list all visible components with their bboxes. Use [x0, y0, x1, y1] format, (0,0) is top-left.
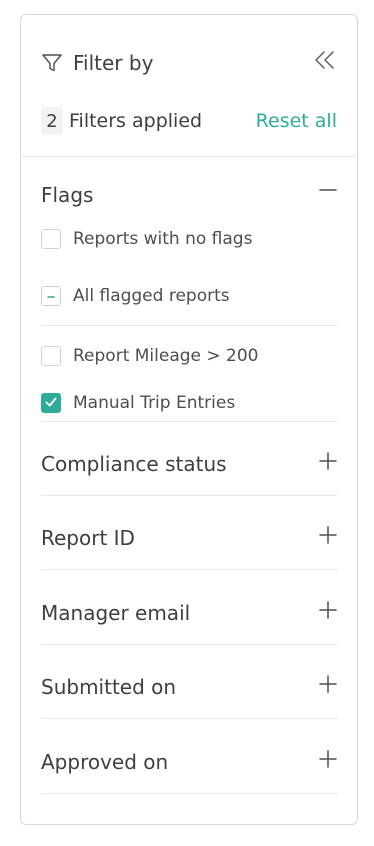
- flags-inner-divider: [41, 325, 337, 326]
- section-approved-on[interactable]: Approved on: [41, 720, 337, 794]
- flag-option-manual-trip[interactable]: Manual Trip Entries: [41, 391, 337, 415]
- plus-icon[interactable]: [319, 601, 337, 619]
- plus-icon[interactable]: [319, 750, 337, 768]
- checkbox-indeterminate[interactable]: [41, 286, 61, 306]
- checkbox-checked[interactable]: [41, 393, 61, 413]
- flag-option-label: Report Mileage > 200: [73, 346, 259, 366]
- flag-option-mileage[interactable]: Report Mileage > 200: [41, 344, 337, 368]
- flags-section-title: Flags: [41, 183, 94, 207]
- double-chevron-left-icon: [313, 48, 337, 76]
- filters-count-badge: 2: [41, 107, 63, 135]
- checkmark-icon: [44, 394, 58, 413]
- indeterminate-dash-icon: [46, 287, 56, 306]
- flag-option-all-flagged[interactable]: All flagged reports: [41, 284, 337, 308]
- section-label: Manager email: [41, 601, 191, 625]
- section-label: Approved on: [41, 750, 169, 774]
- section-submitted-on[interactable]: Submitted on: [41, 645, 337, 719]
- section-label: Report ID: [41, 526, 135, 550]
- filter-funnel-icon: [41, 52, 63, 74]
- plus-icon[interactable]: [319, 675, 337, 693]
- section-report-id[interactable]: Report ID: [41, 496, 337, 570]
- section-label: Compliance status: [41, 452, 227, 476]
- flag-option-label: Manual Trip Entries: [73, 393, 236, 413]
- header-divider: [21, 156, 357, 157]
- filter-header: Filter by: [41, 50, 337, 76]
- minus-icon[interactable]: [319, 181, 337, 199]
- flag-option-label: All flagged reports: [73, 286, 230, 306]
- section-label: Submitted on: [41, 675, 177, 699]
- checkbox-unchecked[interactable]: [41, 346, 61, 366]
- plus-icon[interactable]: [319, 526, 337, 544]
- collapse-panel-button[interactable]: [313, 50, 337, 74]
- filter-panel: Filter by 2 Filters applied Reset all Fl…: [20, 14, 358, 825]
- reset-all-link[interactable]: Reset all: [256, 110, 337, 132]
- filter-title: Filter by: [73, 51, 154, 75]
- filters-applied-text: Filters applied: [69, 110, 203, 132]
- checkbox-unchecked[interactable]: [41, 229, 61, 249]
- flag-option-no-flags[interactable]: Reports with no flags: [41, 227, 337, 251]
- section-compliance-status[interactable]: Compliance status: [41, 422, 337, 496]
- plus-icon[interactable]: [319, 452, 337, 470]
- section-manager-email[interactable]: Manager email: [41, 571, 337, 645]
- filters-applied-row: 2 Filters applied Reset all: [41, 107, 337, 135]
- flag-option-label: Reports with no flags: [73, 229, 253, 249]
